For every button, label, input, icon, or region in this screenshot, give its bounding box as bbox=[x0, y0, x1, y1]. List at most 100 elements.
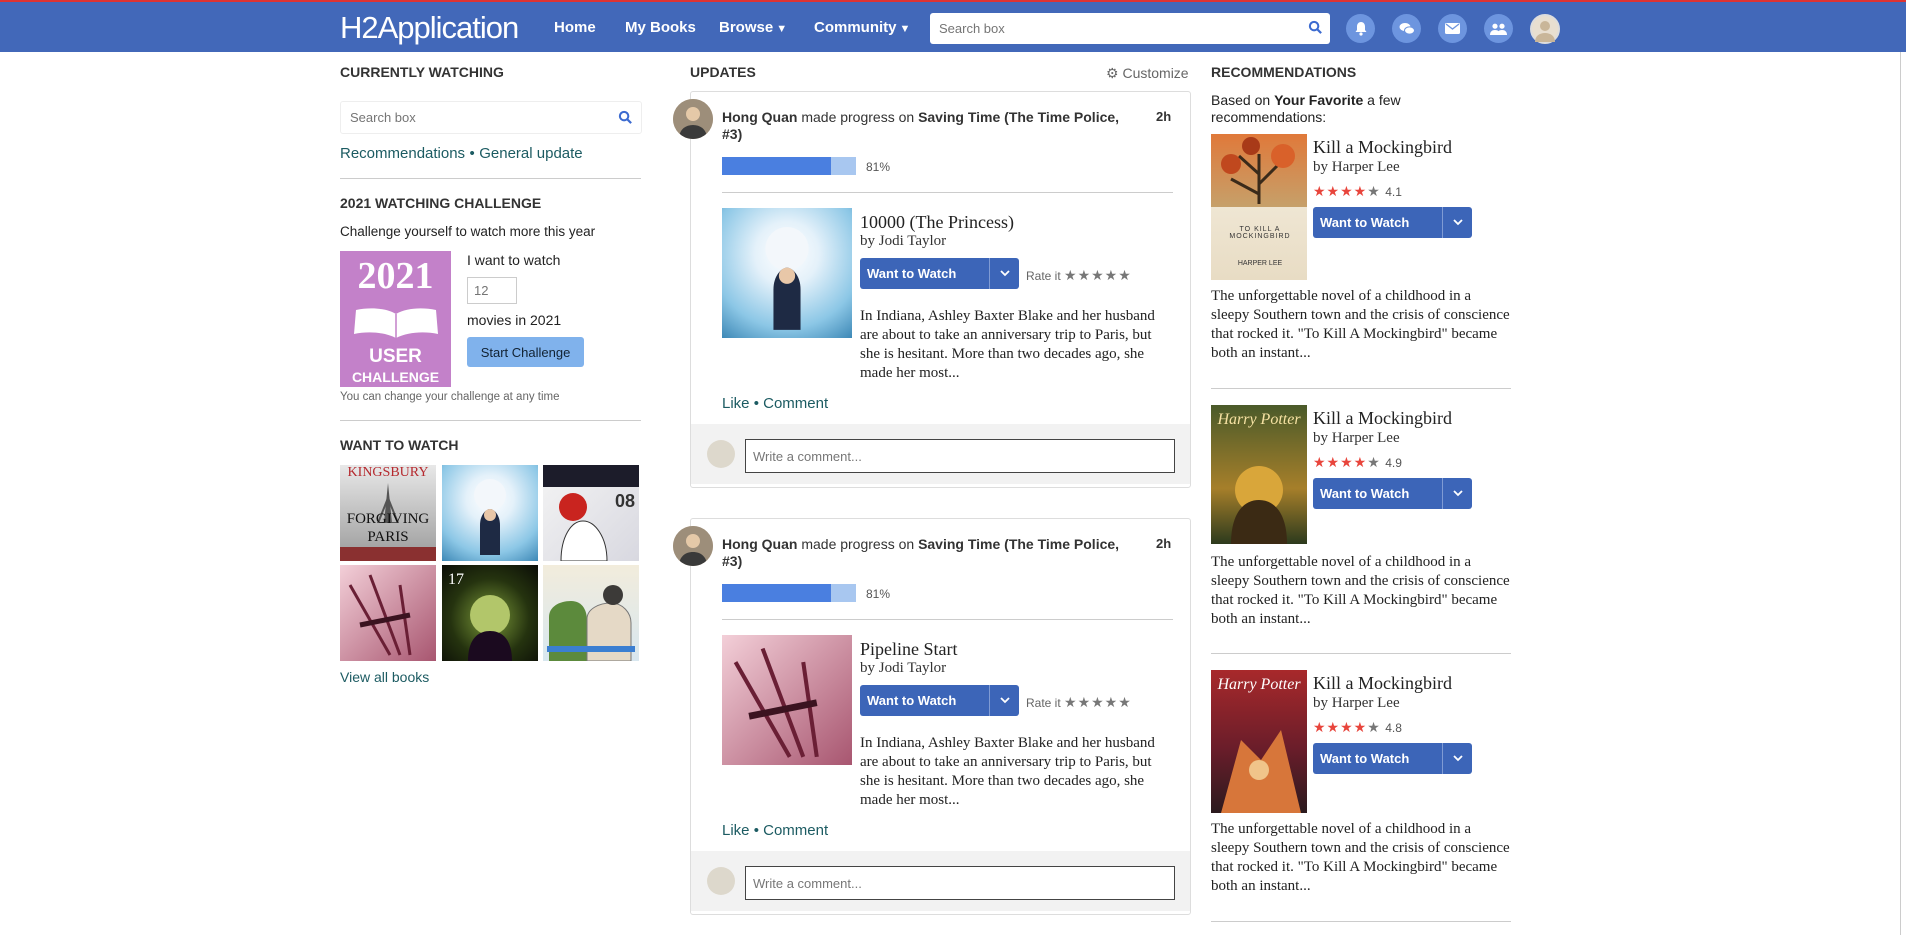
want-thumb[interactable] bbox=[442, 465, 538, 561]
nav-browse-label: Browse bbox=[719, 19, 774, 36]
nav-home[interactable]: Home bbox=[554, 19, 596, 36]
comment-link[interactable]: Comment bbox=[763, 822, 828, 839]
left-search-input[interactable] bbox=[341, 102, 601, 133]
update-user[interactable]: Hong Quan bbox=[722, 536, 797, 552]
rec-rating: ★★★★★ 4.9 bbox=[1313, 454, 1402, 472]
rating-stars[interactable]: ★★★★★ bbox=[1064, 694, 1132, 710]
rec-title[interactable]: Kill a Mockingbird bbox=[1313, 137, 1452, 158]
cover-author: KINGSBURY bbox=[347, 465, 429, 480]
caret-down-icon: ▼ bbox=[776, 23, 788, 35]
want-thumb[interactable]: 08 bbox=[543, 465, 639, 561]
rec-rating: ★★★★★ 4.1 bbox=[1313, 183, 1402, 201]
rec-cover[interactable]: Harry Potter bbox=[1211, 405, 1307, 544]
rating-stars: ★★★★★ bbox=[1313, 454, 1381, 470]
rate-it[interactable]: Rate it ★★★★★ bbox=[1026, 694, 1132, 711]
book-cover[interactable] bbox=[722, 635, 852, 765]
nav-community[interactable]: Community ▼ bbox=[814, 19, 910, 36]
like-comment-links: Like • Comment bbox=[722, 395, 829, 412]
rec-cover[interactable]: Harry Potter bbox=[1211, 670, 1307, 813]
want-thumb[interactable]: 17 bbox=[442, 565, 538, 661]
rec-author[interactable]: Harper Lee bbox=[1332, 430, 1400, 446]
user-avatar[interactable] bbox=[1530, 14, 1560, 44]
want-thumb[interactable] bbox=[340, 565, 436, 661]
challenge-title: 2021 WATCHING CHALLENGE bbox=[340, 195, 542, 211]
want-to-watch-button[interactable]: Want to Watch bbox=[860, 258, 1019, 289]
nav-browse[interactable]: Browse ▼ bbox=[719, 19, 787, 36]
badge-year: 2021 bbox=[357, 255, 434, 297]
divider bbox=[722, 619, 1173, 620]
divider bbox=[722, 192, 1173, 193]
book-title[interactable]: 10000 (The Princess) bbox=[860, 212, 1014, 233]
like-comment-links: Like • Comment bbox=[722, 822, 829, 839]
want-thumb[interactable]: KINGSBURY FORGIVING PARIS bbox=[340, 465, 436, 561]
rating-stars[interactable]: ★★★★★ bbox=[1064, 267, 1132, 283]
chevron-down-icon[interactable] bbox=[1442, 478, 1472, 509]
challenge-count-input[interactable] bbox=[467, 277, 517, 304]
comment-input[interactable]: Write a comment... bbox=[745, 439, 1175, 473]
comment-link[interactable]: Comment bbox=[763, 395, 828, 412]
want-thumb[interactable] bbox=[543, 565, 639, 661]
top-navbar: H2Application Home My Books Browse ▼ Comm… bbox=[0, 0, 1906, 52]
progress-percent: 81% bbox=[866, 160, 891, 174]
based-prefix: Based on bbox=[1211, 92, 1271, 108]
app-logo[interactable]: H2Application bbox=[340, 10, 519, 46]
goblet-cover-art bbox=[1231, 466, 1287, 544]
update-text: Hong Quan made progress on Saving Time (… bbox=[722, 109, 1142, 143]
user-avatar[interactable] bbox=[673, 526, 713, 566]
friends-icon[interactable] bbox=[1484, 14, 1513, 43]
by-prefix: by bbox=[1313, 430, 1328, 446]
view-all-books-link[interactable]: View all books bbox=[340, 669, 429, 685]
recommendations-link[interactable]: Recommendations bbox=[340, 145, 465, 162]
chevron-down-icon[interactable] bbox=[1442, 743, 1472, 774]
search-icon[interactable] bbox=[1308, 20, 1323, 40]
want-to-watch-button[interactable]: Want to Watch bbox=[1313, 478, 1472, 509]
book-description: In Indiana, Ashley Baxter Blake and her … bbox=[860, 735, 1155, 808]
like-link[interactable]: Like bbox=[722, 822, 750, 839]
want-to-watch-button[interactable]: Want to Watch bbox=[1313, 743, 1472, 774]
chamber-cover-art bbox=[1221, 730, 1301, 813]
want-to-watch-button[interactable]: Want to Watch bbox=[860, 685, 1019, 716]
manga-cover-art bbox=[543, 465, 639, 561]
chevron-down-icon[interactable] bbox=[989, 685, 1019, 716]
like-link[interactable]: Like bbox=[722, 395, 750, 412]
user-avatar[interactable] bbox=[673, 99, 713, 139]
customize-button[interactable]: ⚙ Customize bbox=[1106, 65, 1189, 82]
open-book-icon bbox=[354, 308, 438, 338]
scrollbar[interactable] bbox=[1900, 52, 1906, 935]
nav-community-label: Community bbox=[814, 19, 897, 36]
top-search-input[interactable] bbox=[930, 13, 1290, 44]
by-prefix: by bbox=[1313, 695, 1328, 711]
book-title[interactable]: Pipeline Start bbox=[860, 639, 958, 660]
top-search bbox=[930, 13, 1330, 44]
update-card: Hong Quan made progress on Saving Time (… bbox=[690, 91, 1191, 488]
chevron-down-icon[interactable] bbox=[989, 258, 1019, 289]
progress-bar bbox=[722, 584, 856, 602]
chat-icon[interactable] bbox=[1392, 14, 1421, 43]
rec-author[interactable]: Harper Lee bbox=[1332, 695, 1400, 711]
rec-author[interactable]: Harper Lee bbox=[1332, 159, 1400, 175]
start-challenge-button[interactable]: Start Challenge bbox=[467, 337, 584, 367]
left-links: Recommendations • General update bbox=[340, 145, 583, 163]
divider bbox=[1211, 653, 1511, 654]
commenter-avatar bbox=[707, 867, 735, 895]
update-action: made progress on bbox=[801, 536, 915, 552]
bell-icon[interactable] bbox=[1346, 14, 1375, 43]
book-cover[interactable] bbox=[722, 208, 852, 338]
general-update-link[interactable]: General update bbox=[479, 145, 582, 162]
nav-my-books[interactable]: My Books bbox=[625, 19, 696, 36]
cover-stripe bbox=[340, 547, 436, 561]
mail-icon[interactable] bbox=[1438, 14, 1467, 43]
rec-cover[interactable]: TO KILL A MOCKINGBIRD HARPER LEE bbox=[1211, 134, 1307, 280]
based-bold[interactable]: Your Favorite bbox=[1274, 92, 1363, 108]
chevron-down-icon[interactable] bbox=[1442, 207, 1472, 238]
link-separator: • bbox=[469, 145, 475, 162]
rec-title[interactable]: Kill a Mockingbird bbox=[1313, 408, 1452, 429]
comment-input[interactable]: Write a comment... bbox=[745, 866, 1175, 900]
manga-cover-art bbox=[474, 479, 506, 555]
rec-title[interactable]: Kill a Mockingbird bbox=[1313, 673, 1452, 694]
rate-it[interactable]: Rate it ★★★★★ bbox=[1026, 267, 1132, 284]
want-to-watch-button[interactable]: Want to Watch bbox=[1313, 207, 1472, 238]
challenge-badge: 2021 USER CHALLENGE bbox=[340, 251, 451, 387]
search-icon[interactable] bbox=[618, 110, 633, 130]
update-user[interactable]: Hong Quan bbox=[722, 109, 797, 125]
